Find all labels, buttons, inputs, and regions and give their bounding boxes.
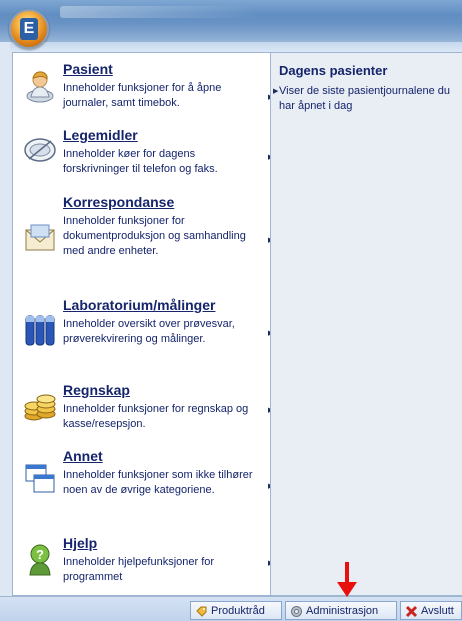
- close-icon: [405, 605, 418, 618]
- submenu-pane: ▶ Dagens pasienter Viser de siste pasien…: [270, 52, 462, 596]
- menu-item-title: Legemidler: [63, 127, 138, 143]
- menu-item-hjelp[interactable]: ? Hjelp Inneholder hjelpefunksjoner for …: [13, 535, 273, 595]
- menu-item-description: Inneholder hjelpefunksjoner for programm…: [63, 556, 215, 583]
- menu-item-title: Pasient: [63, 61, 113, 77]
- menu-item-annet[interactable]: Annet Inneholder funksjoner som ikke til…: [13, 448, 273, 528]
- menu-item-title: Hjelp: [63, 535, 98, 551]
- menu-item-description: Inneholder funksjoner for regnskap og ka…: [63, 403, 249, 430]
- produktrad-button[interactable]: Produktråd: [190, 601, 282, 620]
- help-person-icon: ?: [29, 544, 51, 576]
- menu-item-regnskap[interactable]: Regnskap Inneholder funksjoner for regns…: [13, 382, 273, 442]
- patient-icon: [26, 71, 54, 103]
- gear-icon: [291, 606, 302, 617]
- menu-item-laboratorium[interactable]: Laboratorium/målinger Inneholder oversik…: [13, 297, 273, 377]
- button-label: Avslutt: [421, 605, 454, 617]
- menu-item-legemidler[interactable]: Legemidler Inneholder køer for dagens fo…: [13, 127, 273, 187]
- app-logo-icon: E: [20, 18, 38, 40]
- submenu-arrow-icon: ▶: [273, 88, 279, 95]
- title-bar: [0, 0, 462, 42]
- button-label: Administrasjon: [306, 605, 379, 617]
- menu-item-description: Inneholder funksjoner for dokumentproduk…: [63, 215, 246, 257]
- menu-item-korrespondanse[interactable]: Korrespondanse Inneholder funksjoner for…: [13, 194, 273, 290]
- menu-item-description: Inneholder funksjoner som ikke tilhører …: [63, 469, 253, 496]
- menu-categories-pane: Pasient Inneholder funksjoner for å åpne…: [12, 52, 273, 596]
- application-menu-button[interactable]: E: [9, 9, 49, 49]
- annotation-arrow-icon: [337, 562, 357, 597]
- medicine-icon: [24, 138, 56, 162]
- avslutt-button[interactable]: Avslutt: [400, 601, 462, 620]
- test-tubes-icon: [25, 315, 55, 346]
- menu-item-description: Inneholder funksjoner for å åpne journal…: [63, 82, 222, 109]
- envelope-icon: [25, 224, 55, 251]
- menu-item-pasient[interactable]: Pasient Inneholder funksjoner for å åpne…: [13, 61, 273, 121]
- submenu-description: Viser de siste pasientjournalene du har …: [279, 85, 451, 112]
- product-advice-icon: [196, 606, 207, 617]
- coins-icon: [24, 394, 56, 421]
- menu-item-description: Inneholder køer for dagens forskrivninge…: [63, 148, 218, 175]
- menu-item-description: Inneholder oversikt over prøvesvar, prøv…: [63, 318, 235, 345]
- submenu-title: Dagens pasienter: [279, 63, 388, 78]
- administrasjon-button[interactable]: Administrasjon: [285, 601, 397, 620]
- menu-item-title: Laboratorium/målinger: [63, 297, 216, 313]
- menu-footer: Produktråd Administrasjon Avslutt: [0, 596, 462, 621]
- button-label: Produktråd: [211, 605, 265, 617]
- windows-icon: [25, 464, 55, 493]
- svg-text:?: ?: [36, 547, 44, 562]
- menu-item-title: Annet: [63, 448, 103, 464]
- menu-item-title: Regnskap: [63, 382, 130, 398]
- menu-item-title: Korrespondanse: [63, 194, 175, 210]
